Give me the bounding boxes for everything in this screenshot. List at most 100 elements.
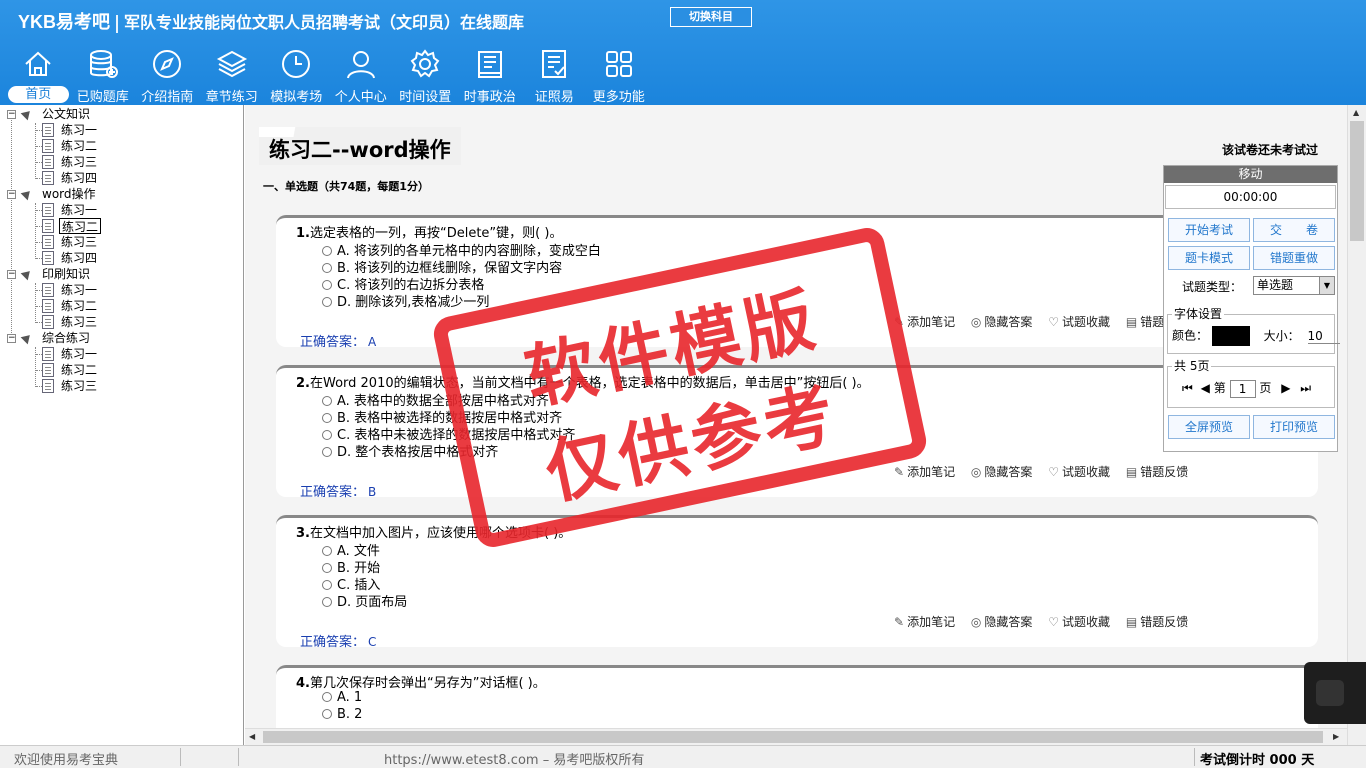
favorite-button[interactable]: ♡ 试题收藏 xyxy=(1048,315,1110,329)
tree-item[interactable]: 练习一 xyxy=(61,346,97,362)
radio-button[interactable] xyxy=(322,563,332,573)
tree-item[interactable]: 练习二 xyxy=(61,138,97,154)
tree-item[interactable]: 练习二 xyxy=(61,298,97,314)
tree-item[interactable]: 练习三 xyxy=(61,314,97,330)
scroll-thumb[interactable] xyxy=(1350,121,1364,241)
question-card: 1.选定表格的一列，再按“Delete”键，则( )。 A. 将该列的各单元格中… xyxy=(276,215,1318,350)
option-d[interactable]: D. 页面布局 xyxy=(322,591,407,610)
nav-label: 个人中心 xyxy=(334,90,387,105)
tree-item[interactable]: 练习三 xyxy=(61,378,97,394)
radio-button[interactable] xyxy=(322,597,332,607)
radio-button[interactable] xyxy=(322,709,332,719)
nav-label: 首页 xyxy=(8,86,69,103)
folder-icon xyxy=(20,107,34,121)
radio-button[interactable] xyxy=(322,580,332,590)
tree-item[interactable]: 练习一 xyxy=(61,122,97,138)
nav-label: 时间设置 xyxy=(399,90,452,105)
chevron-down-icon[interactable]: ▼ xyxy=(1319,277,1334,294)
tree-item[interactable]: 练习三 xyxy=(61,154,97,170)
radio-button[interactable] xyxy=(322,546,332,556)
app-header: YKB易考吧 军队专业技能岗位文职人员招聘考试（文印员）在线题库 切换科目 首页 … xyxy=(0,0,1366,105)
collapse-toggle[interactable]: − xyxy=(7,270,16,279)
radio-button[interactable] xyxy=(322,396,332,406)
submit-exam-button[interactable]: 交 卷 xyxy=(1253,218,1335,242)
nav-chapter[interactable]: 章节练习 xyxy=(200,44,265,105)
switch-subject-button[interactable]: 切换科目 xyxy=(670,7,752,27)
hide-answer-button[interactable]: ◎ 隐藏答案 xyxy=(971,465,1033,479)
nav-guide[interactable]: 介绍指南 xyxy=(135,44,200,105)
collapse-toggle[interactable]: − xyxy=(7,334,16,343)
nav-purchased[interactable]: 已购题库 xyxy=(71,44,136,105)
add-note-button[interactable]: ✎ 添加笔记 xyxy=(894,615,955,629)
radio-button[interactable] xyxy=(322,413,332,423)
eye-off-icon: ◎ xyxy=(970,315,982,329)
tree-item[interactable]: 练习四 xyxy=(61,250,97,266)
radio-button[interactable] xyxy=(322,447,332,457)
document-icon xyxy=(42,299,54,313)
document-icon xyxy=(42,251,54,265)
nav-certificate[interactable]: 证照易 xyxy=(522,44,587,105)
nav-current-affairs[interactable]: 时事政治 xyxy=(458,44,523,105)
radio-button[interactable] xyxy=(322,297,332,307)
card-mode-button[interactable]: 题卡模式 xyxy=(1168,246,1250,270)
radio-button[interactable] xyxy=(322,263,332,273)
first-page-icon[interactable]: ⏮ xyxy=(1182,381,1193,395)
prev-page-icon[interactable]: ◀ xyxy=(1201,381,1210,395)
font-size-input[interactable]: 10 xyxy=(1307,329,1340,344)
floating-widget[interactable] xyxy=(1304,662,1366,724)
countdown-text: 考试倒计时 000 天 xyxy=(1200,753,1315,768)
radio-button[interactable] xyxy=(322,430,332,440)
option-b[interactable]: B. 2 xyxy=(322,707,362,722)
user-icon xyxy=(346,51,375,79)
tree-item[interactable]: 练习二 xyxy=(61,362,97,378)
nav-home[interactable]: 首页 xyxy=(6,44,71,104)
collapse-toggle[interactable]: − xyxy=(7,110,16,119)
question-type-select[interactable]: 单选题 ▼ xyxy=(1253,276,1335,295)
nav-profile[interactable]: 个人中心 xyxy=(329,44,394,105)
vertical-scrollbar[interactable]: ▲ xyxy=(1347,105,1366,745)
hide-answer-button[interactable]: ◎ 隐藏答案 xyxy=(971,615,1033,629)
tree-item[interactable]: 练习三 xyxy=(61,234,97,250)
radio-button[interactable] xyxy=(322,246,332,256)
nav-label: 更多功能 xyxy=(592,90,645,105)
collapse-toggle[interactable]: − xyxy=(7,190,16,199)
tree-group-word[interactable]: word操作 xyxy=(42,186,96,202)
scroll-up-icon[interactable]: ▲ xyxy=(1353,108,1359,117)
page-number-input[interactable]: 1 xyxy=(1229,379,1256,398)
tree-group-official-docs[interactable]: 公文知识 xyxy=(42,106,90,122)
tree-item[interactable]: 练习四 xyxy=(61,170,97,186)
color-picker[interactable] xyxy=(1211,326,1250,346)
favorite-button[interactable]: ♡ 试题收藏 xyxy=(1048,615,1110,629)
tree-item[interactable]: 练习一 xyxy=(61,202,97,218)
radio-button[interactable] xyxy=(322,692,332,702)
fullscreen-preview-button[interactable]: 全屏预览 xyxy=(1168,415,1250,439)
scroll-right-icon[interactable]: ▶ xyxy=(1333,732,1339,741)
panel-move-handle[interactable]: 移动 xyxy=(1164,166,1337,183)
last-page-icon[interactable]: ⏭ xyxy=(1300,381,1311,395)
next-page-icon[interactable]: ▶ xyxy=(1281,381,1290,395)
add-note-button[interactable]: ✎ 添加笔记 xyxy=(894,465,955,479)
horizontal-scrollbar[interactable]: ◀ ▶ xyxy=(245,728,1347,745)
tree-group-comprehensive[interactable]: 综合练习 xyxy=(42,330,90,346)
option-d[interactable]: D. 删除该列,表格减少一列 xyxy=(322,291,489,310)
nav-more[interactable]: 更多功能 xyxy=(587,44,652,105)
option-d[interactable]: D. 整个表格按居中格式对齐 xyxy=(322,441,498,460)
nav-time-settings[interactable]: 时间设置 xyxy=(393,44,458,105)
nav-mock-exam[interactable]: 模拟考场 xyxy=(264,44,329,105)
hide-answer-button[interactable]: ◎ 隐藏答案 xyxy=(971,315,1033,329)
report-error-button[interactable]: ▤错题反馈 xyxy=(1126,615,1188,629)
option-a[interactable]: A. 1 xyxy=(322,690,362,705)
tree-group-printing[interactable]: 印刷知识 xyxy=(42,266,90,282)
print-preview-button[interactable]: 打印预览 xyxy=(1253,415,1335,439)
tree-item[interactable]: 练习一 xyxy=(61,282,97,298)
tree-item-selected[interactable]: 练习二 xyxy=(59,218,102,234)
redo-wrong-button[interactable]: 错题重做 xyxy=(1253,246,1335,270)
radio-button[interactable] xyxy=(322,280,332,290)
favorite-button[interactable]: ♡ 试题收藏 xyxy=(1048,465,1110,479)
scroll-left-icon[interactable]: ◀ xyxy=(249,732,255,741)
add-note-button[interactable]: ✎ 添加笔记 xyxy=(894,315,955,329)
start-exam-button[interactable]: 开始考试 xyxy=(1168,218,1250,242)
scroll-thumb[interactable] xyxy=(263,731,1323,743)
report-error-button[interactable]: ▤错题反馈 xyxy=(1126,465,1188,479)
question-tools: ✎添加笔记 ◎隐藏答案 ♡试题收藏 ▤错题反馈 xyxy=(894,613,1200,630)
